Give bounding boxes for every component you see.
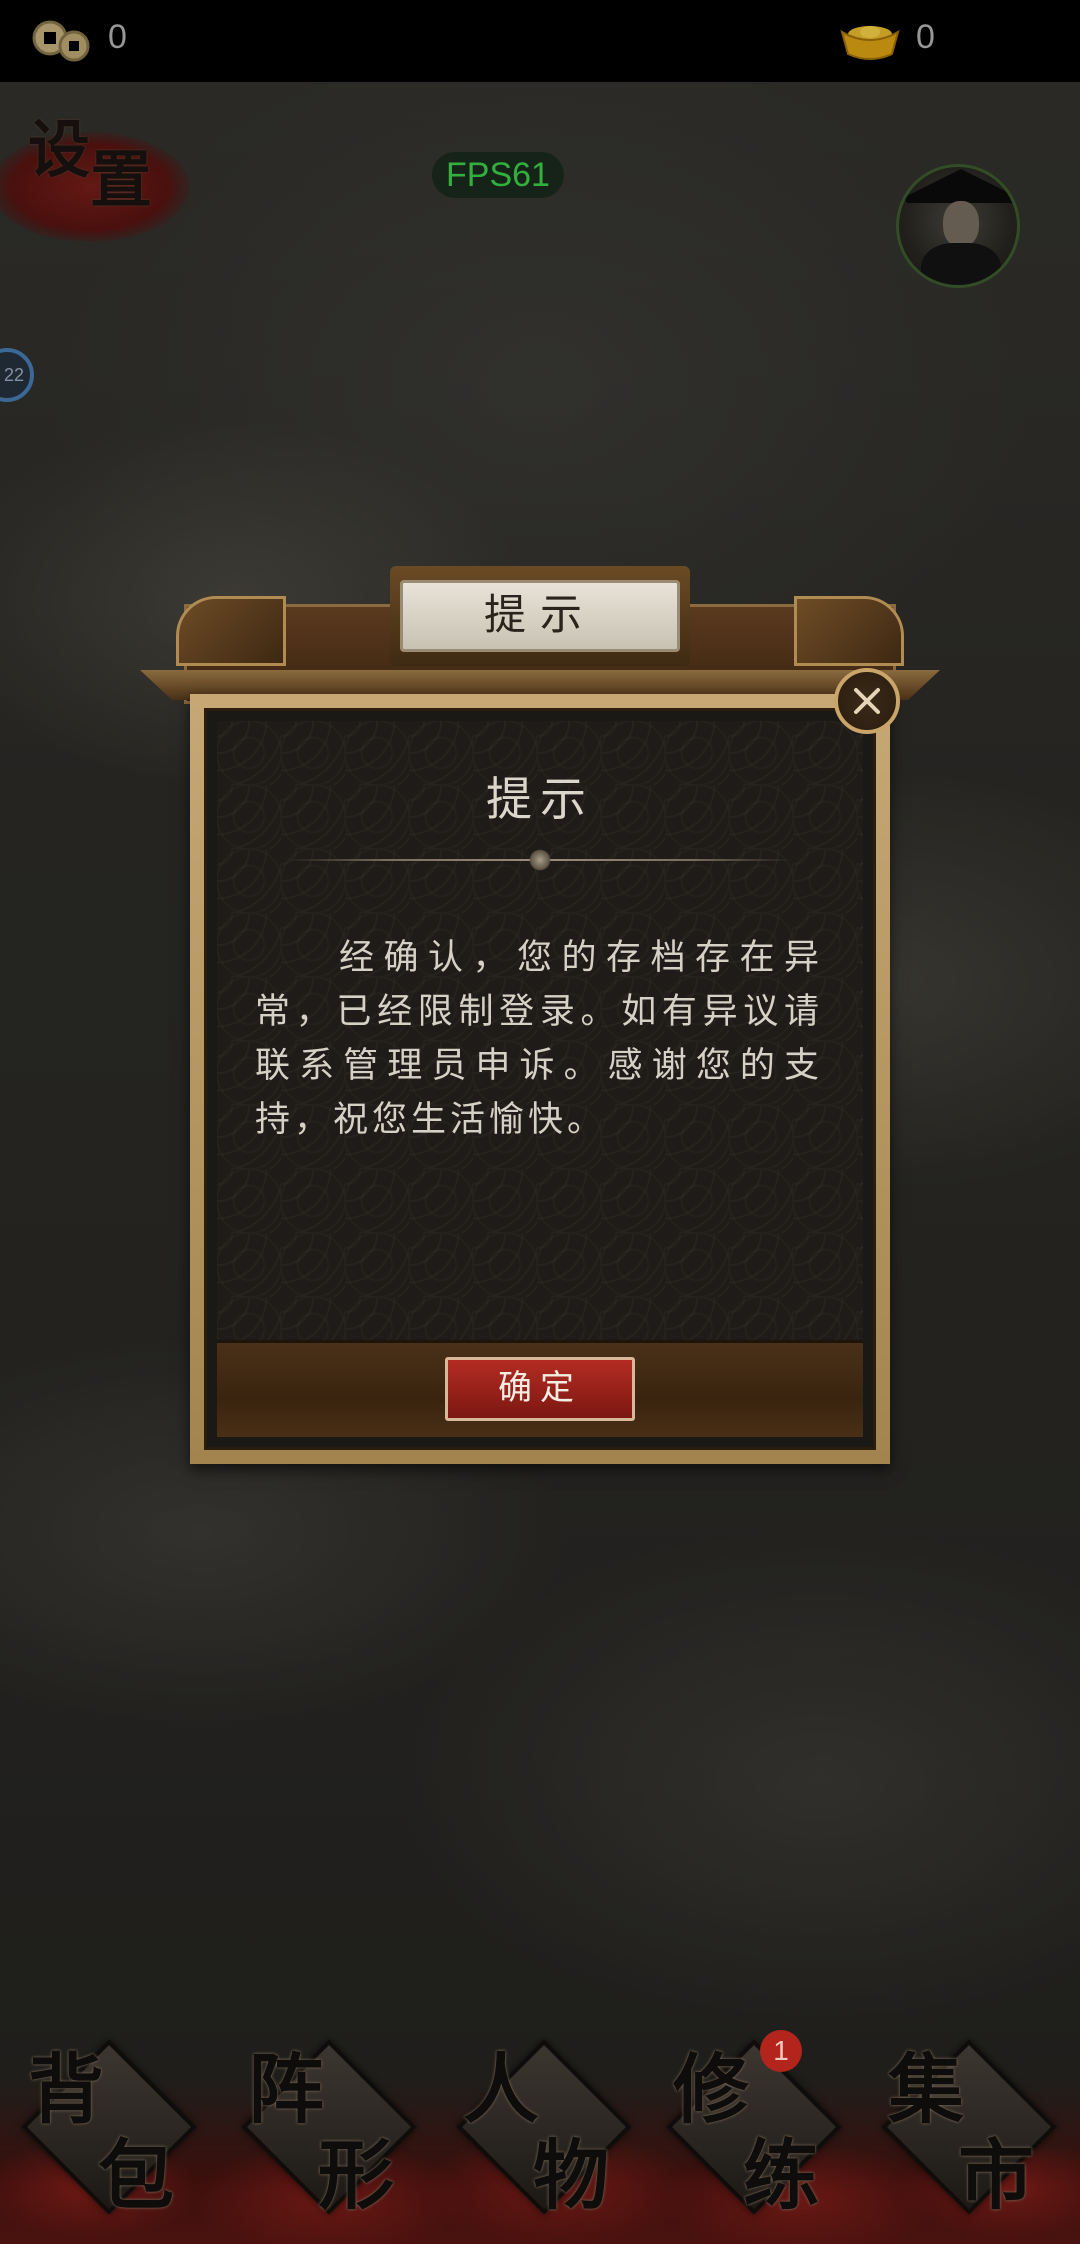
dialog-message: 经确认，您的存档存在异常，已经限制登录。如有异议请联系管理员申诉。感谢您的支持，…	[255, 938, 823, 1140]
dialog-frame: 提示 经确认，您的存档存在异常，已经限制登录。如有异议请联系管理员申诉。感谢您的…	[190, 694, 890, 1464]
nav-backpack[interactable]: 背 包	[10, 2028, 200, 2220]
close-button[interactable]	[834, 668, 900, 734]
nav-market[interactable]: 集 市	[870, 2028, 1060, 2220]
divider-ornament-icon	[529, 849, 551, 871]
confirm-button[interactable]: 确定	[445, 1357, 635, 1421]
dialog-content-panel: 提示 经确认，您的存档存在异常，已经限制登录。如有异议请联系管理员申诉。感谢您的…	[217, 721, 863, 1341]
close-icon	[854, 688, 880, 714]
roof-corner-right	[794, 596, 904, 666]
dialog-title: 提示	[400, 580, 680, 652]
notification-badge: 1	[760, 2030, 802, 2072]
nav-training[interactable]: 修 练	[655, 2028, 845, 2220]
dialog-title-plaque: 提示	[390, 566, 690, 666]
nav-character[interactable]: 人 物	[445, 2028, 635, 2220]
dialog-footer: 确定	[217, 1340, 863, 1437]
dialog-heading: 提示	[486, 772, 594, 826]
roof-corner-left	[176, 596, 286, 666]
notice-dialog: 提示 提示 经确认，您的存档存在异常，已经限制登录。如有异议请联系管理员申诉。感…	[140, 566, 940, 1496]
nav-formation[interactable]: 阵 形	[230, 2028, 420, 2220]
